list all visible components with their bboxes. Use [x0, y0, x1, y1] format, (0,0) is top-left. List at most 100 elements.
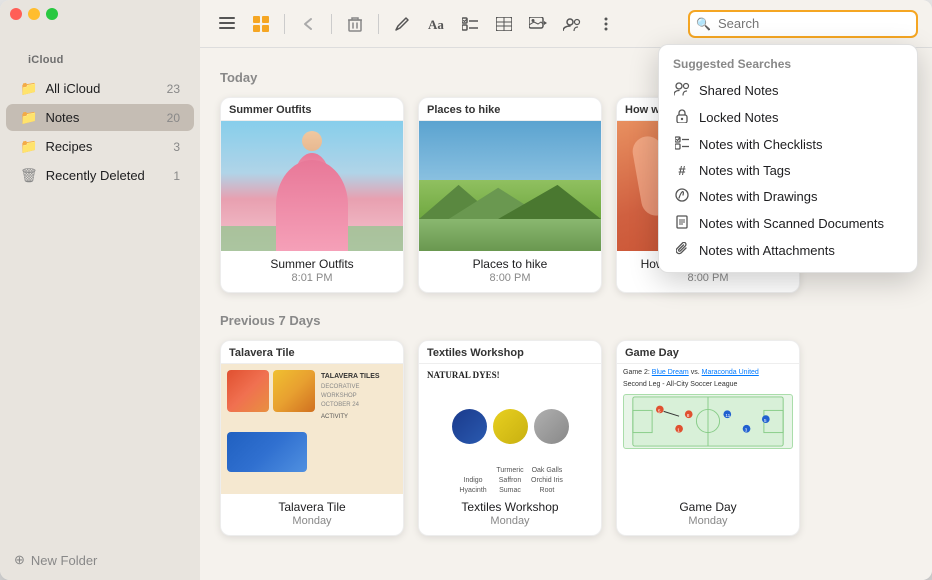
folder-icon: 📁 [20, 138, 37, 155]
close-button[interactable] [10, 8, 22, 20]
note-info: Textiles Workshop Monday [419, 494, 601, 535]
note-title: Game Day [625, 500, 791, 514]
search-dropdown: Suggested Searches Shared Notes [658, 44, 918, 273]
note-info: Talavera Tile Monday [221, 494, 403, 535]
sidebar-item-count: 1 [173, 169, 180, 183]
soccer-field: 5 8 1 11 3 5 [623, 394, 793, 449]
sidebar-item-label: All iCloud [45, 81, 166, 96]
window-chrome [0, 0, 68, 28]
toolbar-divider-3 [378, 14, 379, 34]
note-time: 8:01 PM [229, 272, 395, 284]
prev7-notes-grid: Talavera Tile TALAVERA TILES DECORATIVE … [220, 340, 912, 536]
svg-text:3: 3 [745, 427, 748, 433]
note-title: Talavera Tile [229, 500, 395, 514]
dropdown-item-tags[interactable]: # Notes with Tags [659, 158, 917, 183]
search-input[interactable] [688, 10, 918, 38]
svg-text:5: 5 [658, 408, 661, 414]
search-icon: 🔍 [696, 17, 711, 31]
media-button[interactable] [525, 11, 551, 37]
note-time: 8:00 PM [427, 272, 593, 284]
note-thumbnail [419, 121, 601, 251]
format-button[interactable]: Aa [423, 11, 449, 37]
tag-icon: # [673, 163, 691, 178]
dropdown-item-label: Notes with Tags [699, 163, 791, 178]
note-card-talavera-tile[interactable]: Talavera Tile TALAVERA TILES DECORATIVE … [220, 340, 404, 536]
sidebar-item-notes[interactable]: 📁 Notes 20 [6, 104, 194, 131]
note-thumbnail [221, 121, 403, 251]
sidebar-item-all-icloud[interactable]: 📁 All iCloud 23 [6, 75, 194, 102]
table-button[interactable] [491, 11, 517, 37]
section-prev7-title: Previous 7 Days [220, 313, 912, 328]
note-thumb-title: Game Day [617, 341, 799, 364]
note-thumb-title: Talavera Tile [221, 341, 403, 364]
thumb-hike [419, 121, 601, 251]
sidebar-item-recipes[interactable]: 📁 Recipes 3 [6, 133, 194, 160]
attachment-icon [673, 242, 691, 259]
sidebar-section-icloud: iCloud [14, 54, 78, 72]
dropdown-item-shared-notes[interactable]: Shared Notes [659, 77, 917, 104]
checklist-button[interactable] [457, 11, 483, 37]
note-time: Monday [229, 515, 395, 527]
drawing-icon [673, 188, 691, 205]
note-info: Summer Outfits 8:01 PM [221, 251, 403, 292]
sidebar-footer: ⊕ New Folder [0, 540, 200, 580]
new-folder-label: New Folder [31, 553, 97, 568]
thumb-gameday: Game 2: Blue Dream vs. Maraconda United … [617, 364, 799, 494]
back-button[interactable] [295, 11, 321, 37]
dropdown-section-label: Suggested Searches [659, 53, 917, 77]
minimize-button[interactable] [28, 8, 40, 20]
note-title: Textiles Workshop [427, 500, 593, 514]
note-time: Monday [427, 515, 593, 527]
note-thumbnail: TALAVERA TILES DECORATIVE WORKSHOP OCTOB… [221, 364, 403, 494]
plus-icon: ⊕ [14, 552, 25, 568]
folder-icon: 📁 [20, 80, 37, 97]
note-card-places-to-hike[interactable]: Places to hike [418, 97, 602, 293]
thumb-summer [221, 121, 403, 251]
sidebar-item-recently-deleted[interactable]: 🗑 Recently Deleted 1 [6, 162, 194, 189]
dropdown-item-drawings[interactable]: Notes with Drawings [659, 183, 917, 210]
main-content: Aa [200, 0, 932, 580]
note-time: 8:00 PM [625, 272, 791, 284]
svg-text:11: 11 [725, 413, 730, 419]
note-time: Monday [625, 515, 791, 527]
svg-text:1: 1 [677, 427, 680, 433]
dropdown-item-locked-notes[interactable]: Locked Notes [659, 104, 917, 131]
dropdown-item-scanned[interactable]: Notes with Scanned Documents [659, 210, 917, 237]
search-container: 🔍 [688, 10, 918, 38]
sidebar: iCloud 📁 All iCloud 23 📁 Notes 20 📁 Reci… [0, 0, 200, 580]
more-button[interactable] [593, 11, 619, 37]
new-folder-button[interactable]: ⊕ New Folder [14, 552, 97, 568]
list-view-button[interactable] [214, 11, 240, 37]
toolbar: Aa [200, 0, 932, 48]
dropdown-item-label: Locked Notes [699, 110, 779, 125]
svg-text:8: 8 [687, 413, 690, 419]
note-title: Summer Outfits [229, 257, 395, 271]
dropdown-item-checklists[interactable]: Notes with Checklists [659, 131, 917, 158]
compose-button[interactable] [389, 11, 415, 37]
toolbar-divider [284, 14, 285, 34]
sidebar-item-label: Recipes [45, 139, 173, 154]
note-title: Places to hike [427, 257, 593, 271]
grid-view-button[interactable] [248, 11, 274, 37]
note-card-textiles-workshop[interactable]: Textiles Workshop NATURAL DYES! Indigo H… [418, 340, 602, 536]
scan-icon [673, 215, 691, 232]
note-card-game-day[interactable]: Game Day Game 2: Blue Dream vs. Maracond… [616, 340, 800, 536]
collaborate-button[interactable] [559, 11, 585, 37]
dropdown-item-label: Notes with Attachments [699, 243, 835, 258]
note-thumbnail: Game 2: Blue Dream vs. Maraconda United … [617, 364, 799, 494]
dropdown-item-label: Notes with Drawings [699, 189, 818, 204]
checklist-icon [673, 136, 691, 153]
sidebar-item-count: 23 [167, 82, 180, 96]
thumb-textiles [427, 386, 593, 466]
shared-icon [673, 82, 691, 99]
note-thumb-title: Textiles Workshop [419, 341, 601, 364]
note-thumb-title: Summer Outfits [221, 98, 403, 121]
sidebar-item-count: 3 [173, 140, 180, 154]
maximize-button[interactable] [46, 8, 58, 20]
dropdown-item-attachments[interactable]: Notes with Attachments [659, 237, 917, 264]
note-info: Places to hike 8:00 PM [419, 251, 601, 292]
svg-text:Aa: Aa [428, 17, 444, 31]
delete-button[interactable] [342, 11, 368, 37]
note-thumb-title: Places to hike [419, 98, 601, 121]
note-card-summer-outfits[interactable]: Summer Outfits Sum [220, 97, 404, 293]
